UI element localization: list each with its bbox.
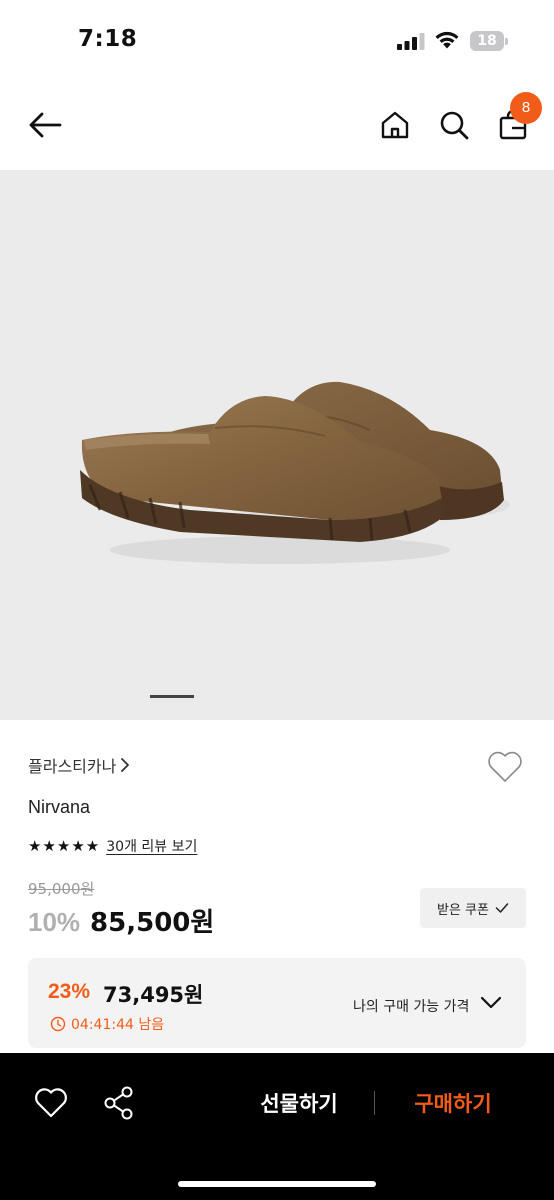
chevron-right-icon bbox=[121, 758, 130, 772]
back-arrow-icon bbox=[29, 112, 62, 138]
cart-count-badge: 8 bbox=[510, 92, 542, 124]
sale-price: 85,500원 bbox=[90, 908, 215, 938]
search-icon bbox=[440, 111, 469, 140]
heart-outline-icon bbox=[35, 1088, 67, 1118]
cellular-signal-icon bbox=[397, 33, 425, 50]
review-link[interactable]: 30개 리뷰 보기 bbox=[106, 836, 197, 856]
timer-text: 04:41:44 남음 bbox=[71, 1017, 165, 1033]
brand-link[interactable]: 플라스티카나 bbox=[28, 753, 130, 777]
button-divider bbox=[374, 1091, 375, 1115]
battery-level: 18 bbox=[477, 33, 497, 49]
my-best-price-panel[interactable]: 23% 73,495원 04:41:44 남음 나의 구매 가능 가격 bbox=[28, 958, 526, 1048]
top-navigation: 8 bbox=[0, 80, 554, 170]
back-button[interactable] bbox=[22, 104, 68, 146]
product-name: Nirvana bbox=[28, 797, 91, 817]
status-time: 7:18 bbox=[78, 26, 138, 52]
wifi-icon bbox=[435, 31, 459, 49]
brand-name: 플라스티카나 bbox=[28, 757, 117, 776]
received-coupon-button[interactable]: 받은 쿠폰 bbox=[420, 888, 526, 928]
coupon-label: 받은 쿠폰 bbox=[437, 902, 489, 918]
timer: 04:41:44 남음 bbox=[50, 1014, 164, 1034]
image-pager-indicator bbox=[150, 695, 194, 698]
battery-icon: 18 bbox=[470, 31, 508, 51]
chevron-down-icon[interactable] bbox=[480, 994, 502, 1010]
heart-outline-icon bbox=[488, 751, 522, 782]
home-indicator bbox=[178, 1181, 376, 1187]
best-price-value: 73,495원 bbox=[103, 983, 204, 1007]
home-icon bbox=[381, 111, 409, 139]
product-image-gallery[interactable] bbox=[0, 170, 554, 720]
discount-rate: 10% bbox=[28, 907, 81, 937]
share-button[interactable] bbox=[102, 1085, 136, 1121]
bottom-action-bar: 선물하기 구매하기 bbox=[0, 1053, 554, 1200]
check-icon bbox=[495, 903, 509, 913]
bottom-wishlist-button[interactable] bbox=[34, 1087, 68, 1119]
search-button[interactable] bbox=[433, 104, 475, 146]
product-image bbox=[80, 381, 510, 564]
price-row: 10% 85,500원 bbox=[28, 902, 214, 939]
clock-icon bbox=[50, 1016, 66, 1032]
home-button[interactable] bbox=[374, 104, 416, 146]
wishlist-button[interactable] bbox=[486, 750, 524, 786]
share-icon bbox=[104, 1086, 133, 1120]
my-price-label: 나의 구매 가능 가격 bbox=[353, 999, 470, 1015]
buy-button[interactable]: 구매하기 bbox=[398, 1087, 508, 1121]
best-discount-rate: 23% bbox=[48, 980, 91, 1003]
star-rating-icon: ★★★★★ bbox=[28, 837, 101, 855]
status-bar: 7:18 18 bbox=[0, 0, 554, 80]
gift-button[interactable]: 선물하기 bbox=[240, 1087, 358, 1121]
original-price: 95,000원 bbox=[28, 880, 95, 898]
rating-row: ★★★★★ 30개 리뷰 보기 bbox=[28, 836, 197, 856]
